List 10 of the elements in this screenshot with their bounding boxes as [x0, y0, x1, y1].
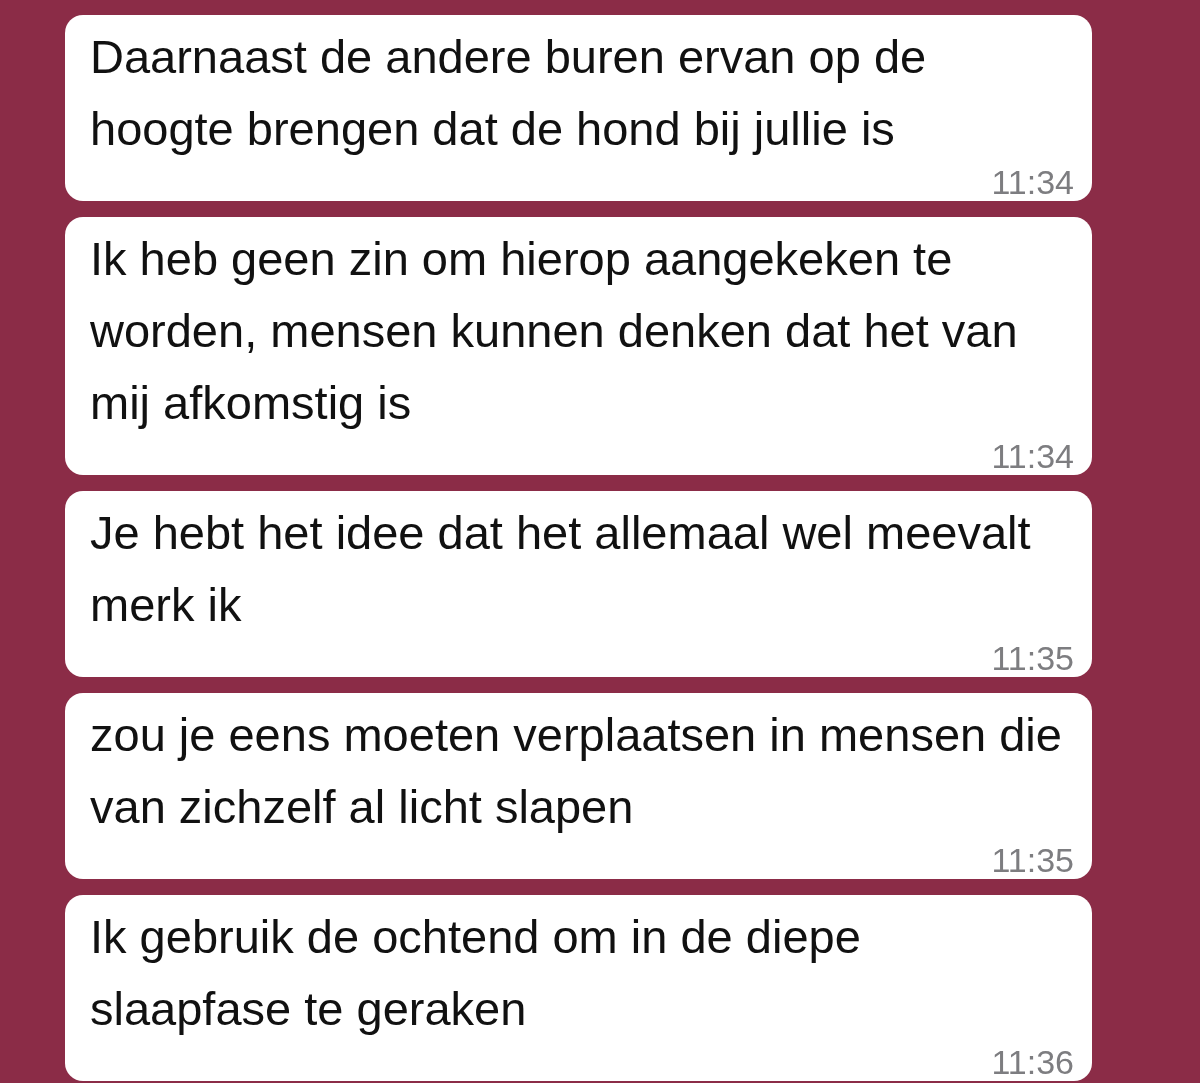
message-time: 11:35 — [991, 843, 1074, 877]
message-text: zou je eens moeten verplaatsen in mensen die van zichzelf al licht slapen — [90, 707, 1063, 835]
message-time: 11:34 — [991, 165, 1074, 199]
message-time: 11:36 — [991, 1045, 1074, 1079]
message-text: Daarnaast de andere buren ervan op de hoogte brengen dat de hond bij jullie is — [90, 29, 928, 157]
message-time: 11:34 — [991, 439, 1074, 473]
message-text: Ik heb geen zin om hierop aangekeken te worden, mensen kunnen denken dat het van mij afkomstig is — [90, 231, 1019, 431]
message-text: Ik gebruik de ochtend om in de diepe slaapfase te geraken — [90, 909, 862, 1037]
message-time: 11:35 — [991, 641, 1074, 675]
message-text: Je hebt het idee dat het allemaal wel meevalt merk ik — [90, 505, 1032, 633]
